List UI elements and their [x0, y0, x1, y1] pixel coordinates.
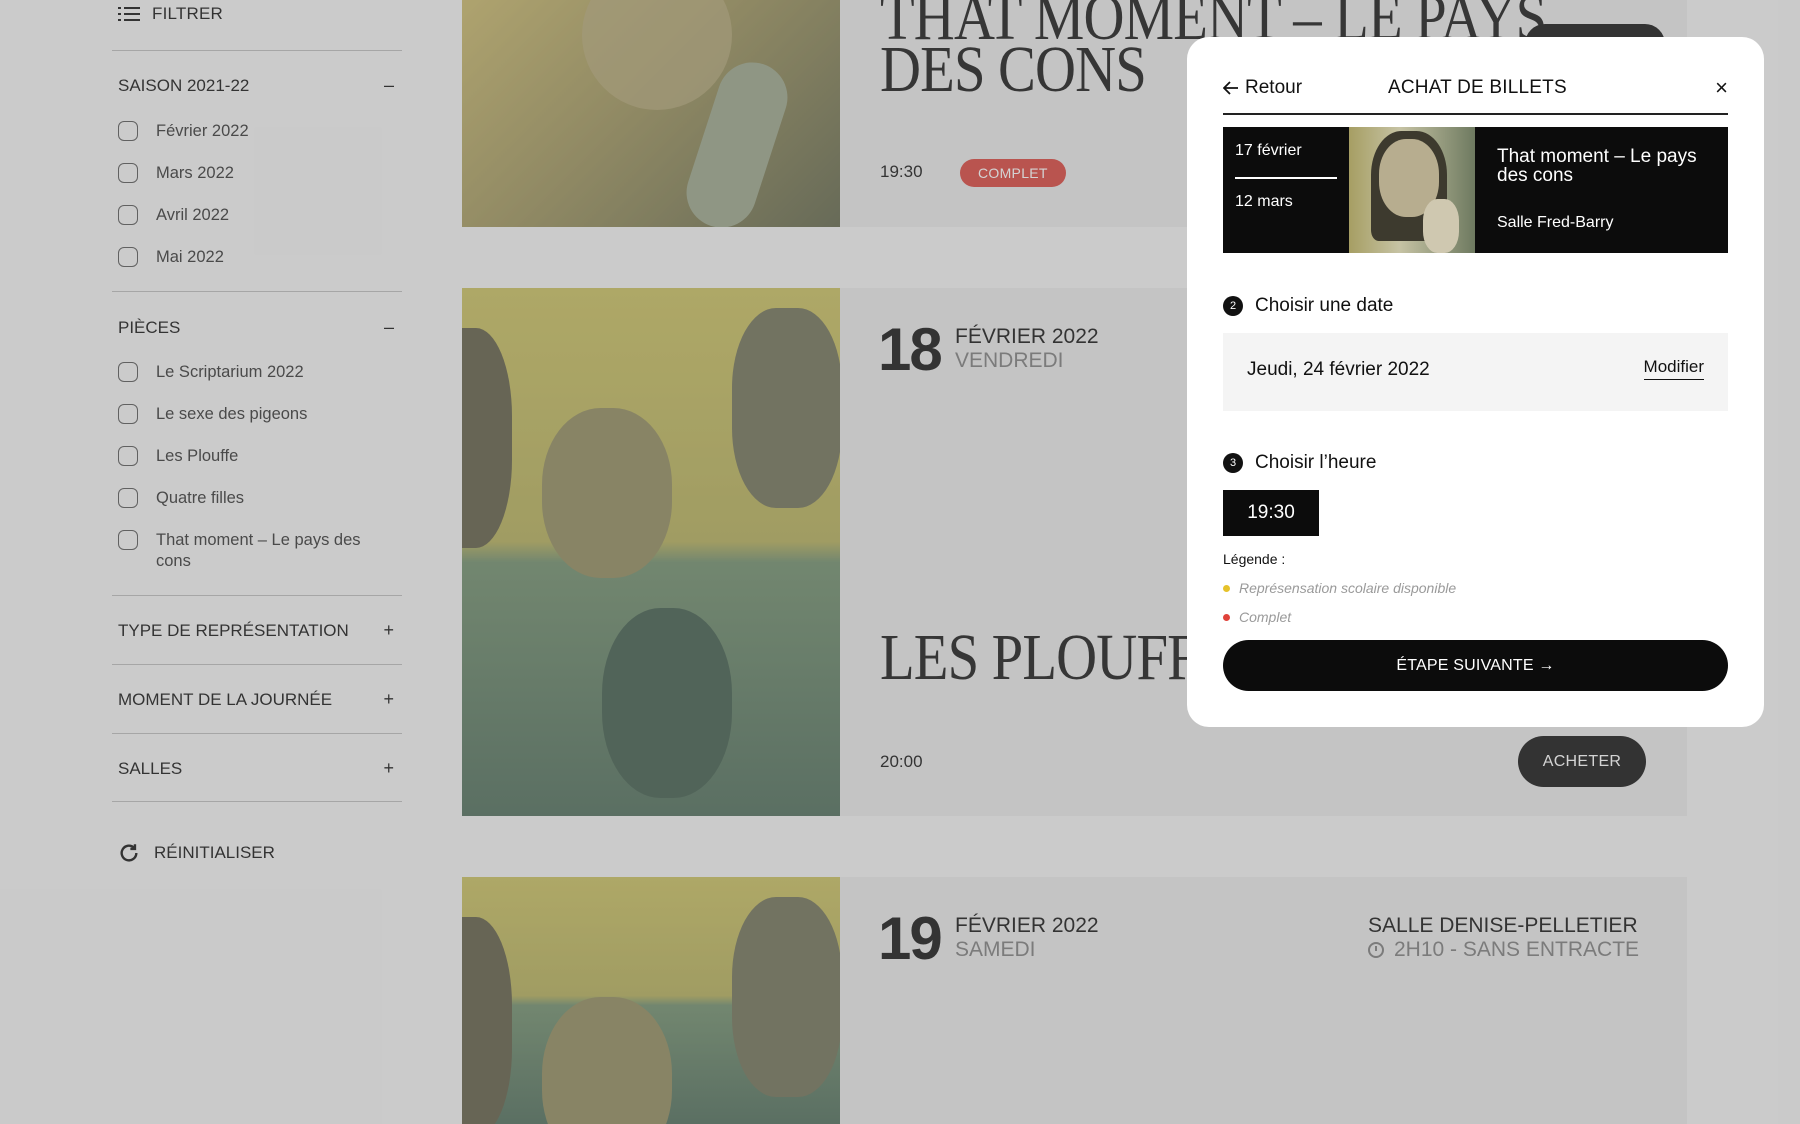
legend-text: Complet — [1239, 609, 1292, 625]
back-button[interactable]: Retour — [1223, 77, 1302, 99]
legend-item: Complet — [1223, 609, 1291, 625]
ticket-modal: Retour ACHAT DE BILLETS × 17 février 12 … — [1187, 37, 1764, 727]
selected-date-box: Jeudi, 24 février 2022 Modifier — [1223, 333, 1728, 411]
close-icon[interactable]: × — [1715, 75, 1728, 101]
legend-text: Représensation scolaire disponible — [1239, 580, 1457, 596]
modal-title: ACHAT DE BILLETS — [1388, 77, 1567, 98]
red-dot-icon — [1223, 613, 1230, 621]
show-name: That moment – Le pays des cons — [1497, 146, 1697, 186]
time-option[interactable]: 19:30 — [1223, 490, 1319, 536]
modal-header: Retour ACHAT DE BILLETS × — [1223, 75, 1728, 115]
yellow-dot-icon — [1223, 584, 1230, 592]
selected-date: Jeudi, 24 février 2022 — [1247, 359, 1430, 380]
next-step-button[interactable]: ÉTAPE SUIVANTE → — [1223, 640, 1728, 691]
modify-date-link[interactable]: Modifier — [1643, 357, 1704, 380]
legend-label: Légende : — [1223, 551, 1286, 567]
arrow-left-icon — [1223, 81, 1238, 95]
date-end: 12 mars — [1235, 193, 1293, 210]
show-thumbnail — [1349, 127, 1475, 253]
step-label: Choisir une date — [1255, 295, 1394, 316]
show-venue: Salle Fred-Barry — [1497, 214, 1614, 231]
step-number: 3 — [1223, 453, 1243, 473]
show-summary: 17 février 12 mars That moment – Le pays… — [1223, 127, 1728, 253]
divider — [1235, 177, 1337, 179]
step-choose-time: 3 Choisir l’heure — [1223, 452, 1376, 474]
back-label: Retour — [1245, 77, 1303, 98]
date-start: 17 février — [1235, 142, 1302, 159]
step-number: 2 — [1223, 296, 1243, 316]
legend-item: Représensation scolaire disponible — [1223, 580, 1456, 596]
step-label: Choisir l’heure — [1255, 452, 1377, 473]
step-choose-date: 2 Choisir une date — [1223, 295, 1393, 317]
